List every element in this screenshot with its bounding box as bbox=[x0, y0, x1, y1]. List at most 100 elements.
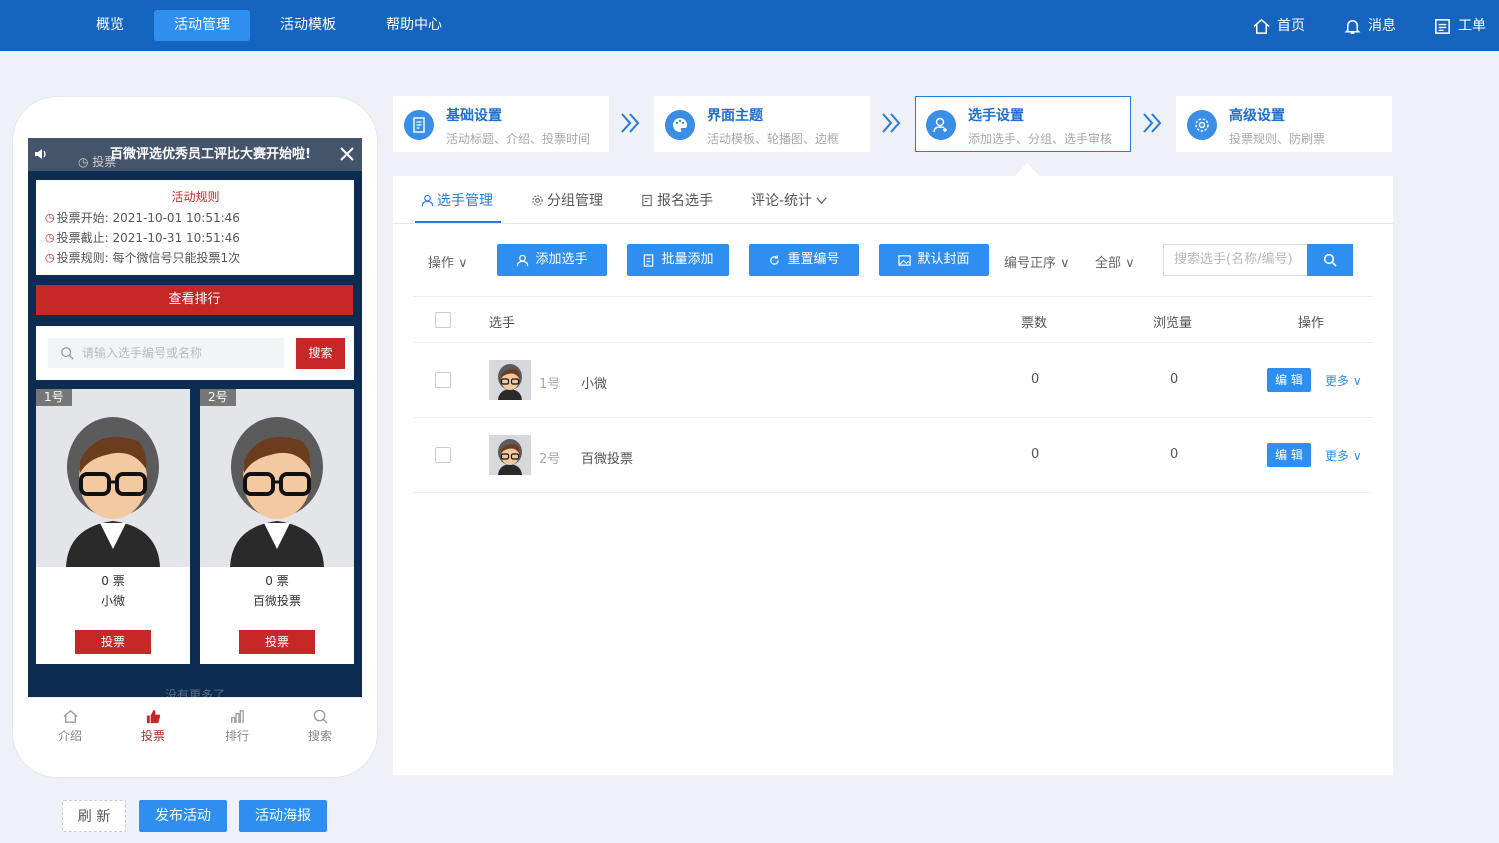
home-label: 首页 bbox=[1277, 18, 1305, 34]
add-player-button[interactable]: 添加选手 bbox=[497, 244, 607, 276]
speaker-icon[interactable] bbox=[33, 146, 49, 162]
batch-add-label: 批量添加 bbox=[661, 252, 714, 267]
clock-icon: ◷ bbox=[45, 251, 55, 264]
edit-button[interactable]: 编 辑 bbox=[1267, 443, 1311, 467]
table-row: 1号 小微 0 0 编 辑 更多 ∨ bbox=[413, 343, 1373, 418]
phone-search-button[interactable]: 搜索 bbox=[296, 338, 345, 369]
player-number: 1号 bbox=[539, 377, 561, 392]
messages-label: 消息 bbox=[1368, 18, 1396, 34]
tab-group-management[interactable]: 分组管理 bbox=[531, 190, 603, 210]
table-row: 2号 百微投票 0 0 编 辑 更多 ∨ bbox=[413, 418, 1373, 493]
vote-button[interactable]: 投票 bbox=[75, 630, 151, 654]
double-chevron-icon bbox=[1143, 113, 1162, 133]
phone-search-input[interactable]: 请输入选手编号或名称 bbox=[48, 338, 284, 368]
step-basic-settings[interactable]: 基础设置 活动标题、介绍、投票时间 bbox=[393, 96, 609, 152]
row-checkbox[interactable] bbox=[435, 372, 451, 388]
publish-activity-button[interactable]: 发布活动 bbox=[139, 800, 227, 832]
search-icon bbox=[313, 709, 328, 724]
reset-number-label: 重置编号 bbox=[787, 252, 840, 267]
tab-player-management[interactable]: 选手管理 bbox=[421, 190, 493, 210]
step-player-settings[interactable]: 选手设置 添加选手、分组、选手审核 bbox=[915, 96, 1131, 152]
image-icon bbox=[898, 254, 912, 266]
operations-label: 操作 bbox=[428, 256, 455, 271]
player-card[interactable]: 1号 0 票 小微 投票 bbox=[36, 389, 190, 664]
activity-poster-button[interactable]: 活动海报 bbox=[239, 800, 327, 832]
select-all-checkbox[interactable] bbox=[435, 312, 451, 328]
more-dropdown[interactable]: 更多 ∨ bbox=[1325, 372, 1362, 389]
more-dropdown[interactable]: 更多 ∨ bbox=[1325, 447, 1362, 464]
rule-limit: 投票规则: 每个微信号只能投票1次 bbox=[56, 251, 241, 265]
close-icon[interactable] bbox=[339, 146, 355, 162]
player-avatar bbox=[489, 360, 531, 400]
nav-overview[interactable]: 概览 bbox=[80, 10, 140, 41]
col-votes: 票数 bbox=[1021, 316, 1048, 331]
tab-intro[interactable]: 介绍 bbox=[28, 698, 112, 748]
col-operations: 操作 bbox=[1298, 316, 1325, 331]
col-player: 选手 bbox=[489, 316, 516, 331]
chevron-down-icon: ∨ bbox=[1056, 256, 1070, 271]
active-step-pointer bbox=[1015, 163, 1039, 176]
tab-label: 报名选手 bbox=[657, 193, 713, 209]
player-photo bbox=[200, 389, 354, 567]
chevron-down-icon: ∨ bbox=[1349, 374, 1362, 388]
tab-ranking[interactable]: 排行 bbox=[195, 698, 279, 748]
chevron-down-icon: ∨ bbox=[1121, 256, 1135, 271]
table-header: 选手 票数 浏览量 操作 bbox=[413, 296, 1373, 343]
player-name: 小微 bbox=[581, 377, 608, 392]
filter-dropdown[interactable]: 全部 ∨ bbox=[1095, 252, 1135, 271]
tab-search[interactable]: 搜索 bbox=[278, 698, 362, 748]
sort-label: 编号正序 bbox=[1004, 256, 1057, 271]
home-link[interactable]: 首页 bbox=[1252, 14, 1305, 38]
search-icon bbox=[1323, 253, 1337, 267]
search-icon bbox=[61, 347, 74, 360]
step-theme[interactable]: 界面主题 活动模板、轮播图、边框 bbox=[654, 96, 870, 152]
step-title: 选手设置 bbox=[968, 108, 1024, 124]
active-tab-indicator bbox=[415, 221, 501, 223]
tab-label: 评论-统计 bbox=[751, 193, 813, 209]
tab-vote[interactable]: 投票 bbox=[111, 698, 195, 748]
phone-search-box: 请输入选手编号或名称 搜索 bbox=[36, 326, 354, 380]
chevron-down-icon: ∨ bbox=[454, 256, 468, 271]
sort-dropdown[interactable]: 编号正序 ∨ bbox=[1004, 252, 1070, 271]
double-chevron-icon bbox=[882, 113, 901, 133]
reset-number-button[interactable]: 重置编号 bbox=[749, 244, 859, 276]
col-views: 浏览量 bbox=[1153, 316, 1193, 331]
document-icon bbox=[644, 253, 654, 267]
nav-help-center[interactable]: 帮助中心 bbox=[372, 10, 456, 41]
operations-dropdown[interactable]: 操作 ∨ bbox=[428, 252, 468, 271]
batch-add-button[interactable]: 批量添加 bbox=[627, 244, 729, 276]
step-advanced-settings[interactable]: 高级设置 投票规则、防刷票 bbox=[1176, 96, 1392, 152]
row-checkbox[interactable] bbox=[435, 447, 451, 463]
document-icon bbox=[404, 110, 434, 140]
nav-activity-management[interactable]: 活动管理 bbox=[154, 10, 250, 41]
edit-button[interactable]: 编 辑 bbox=[1267, 368, 1311, 392]
nav-activity-templates[interactable]: 活动模板 bbox=[266, 10, 350, 41]
refresh-icon bbox=[770, 254, 780, 265]
ticket-icon bbox=[1435, 18, 1450, 34]
player-name: 小微 bbox=[100, 594, 125, 608]
add-player-label: 添加选手 bbox=[535, 252, 588, 267]
rule-start: 投票开始: 2021-10-01 10:51:46 bbox=[56, 211, 240, 225]
bar-chart-icon bbox=[230, 710, 244, 724]
default-cover-label: 默认封面 bbox=[917, 252, 970, 267]
phone-screen: ◷ 投票 百微评选优秀员工评比大赛开始啦! 活动规则 ◷ 投票开始: 2021-1… bbox=[28, 138, 362, 746]
gear-icon bbox=[532, 194, 543, 206]
player-views: 0 bbox=[1170, 447, 1179, 462]
messages-link[interactable]: 消息 bbox=[1343, 14, 1396, 38]
player-search-input[interactable]: 搜索选手(名称/编号) bbox=[1163, 244, 1307, 276]
player-search-button[interactable] bbox=[1307, 244, 1353, 276]
view-ranking-button[interactable]: 查看排行 bbox=[36, 285, 353, 315]
palette-icon bbox=[665, 110, 695, 140]
vote-button[interactable]: 投票 bbox=[239, 630, 315, 654]
player-card[interactable]: 2号 0 票 百微投票 投票 bbox=[200, 389, 354, 664]
user-icon bbox=[517, 254, 529, 266]
player-number-badge: 2号 bbox=[200, 389, 236, 406]
step-title: 高级设置 bbox=[1229, 108, 1285, 124]
step-desc: 活动标题、介绍、投票时间 bbox=[446, 132, 591, 146]
tab-comments-stats[interactable]: 评论-统计 bbox=[751, 190, 828, 210]
tab-ranking-label: 排行 bbox=[224, 729, 249, 743]
tab-registered-players[interactable]: 报名选手 bbox=[641, 190, 713, 210]
ticket-link[interactable]: 工单 bbox=[1433, 14, 1486, 38]
refresh-button[interactable]: 刷 新 bbox=[62, 800, 126, 832]
default-cover-button[interactable]: 默认封面 bbox=[879, 244, 989, 276]
